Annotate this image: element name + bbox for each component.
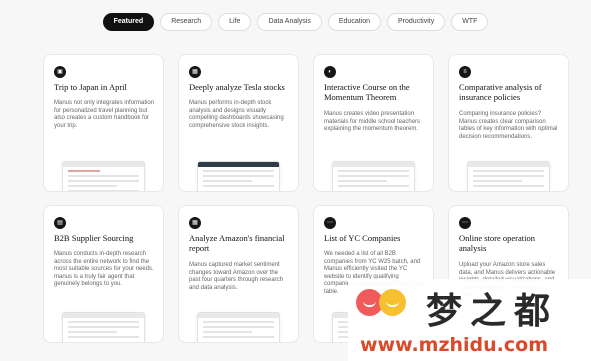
card-title: B2B Supplier Sourcing [54, 233, 134, 243]
card-title: Analyze Amazon's financial report [189, 233, 285, 253]
tab-research[interactable]: Research [160, 13, 213, 31]
use-case-card[interactable]: ▤ B2B Supplier Sourcing Manus conducts in-… [43, 205, 164, 343]
use-case-card[interactable]: ≡ Comparative analysis of insurance polic… [448, 54, 569, 192]
tab-productivity[interactable]: Productivity [387, 13, 446, 31]
card-description: Manus conducts in-depth research across … [54, 251, 154, 288]
use-case-card[interactable]: ▦ Analyze Amazon's financial report Manus … [178, 205, 299, 343]
card-preview-image [197, 312, 280, 342]
dots-icon: ⋯ [459, 217, 471, 229]
suitcase-icon: ▣ [54, 66, 66, 78]
use-case-card[interactable]: ◐ Interactive Course on the Momentum Theo… [313, 54, 434, 192]
tab-wtf[interactable]: WTF [451, 13, 489, 31]
card-title: Online store operation analysis [459, 233, 536, 253]
watermark-url: www.mzhidu.com [360, 334, 549, 356]
card-preview-image [197, 161, 280, 191]
use-case-card[interactable]: ▣ Trip to Japan in April Manus not only in… [43, 54, 164, 192]
card-preview-image [62, 161, 145, 191]
document-icon: ≡ [459, 66, 471, 78]
tab-life[interactable]: Life [218, 13, 252, 31]
card-title: List of YC Companies [324, 233, 401, 243]
card-preview-image [332, 161, 415, 191]
category-tabs: Featured Research Life Data Analysis Educati… [0, 13, 591, 31]
card-description: Manus captured market sentiment changes … [189, 262, 284, 291]
dots-icon: ⋯ [324, 217, 336, 229]
watermark-logo [356, 289, 414, 317]
card-description: Comparing insurance policies? Manus crea… [459, 111, 558, 140]
card-preview-image [62, 312, 145, 342]
moon-icon: ◐ [324, 66, 336, 78]
card-title: Deeply analyze Tesla stocks [189, 82, 285, 92]
card-title: Comparative analysis of insurance polici… [459, 82, 542, 102]
card-description: Manus performs in-depth stock analysis a… [189, 100, 284, 129]
card-title: Trip to Japan in April [54, 82, 127, 92]
chart-icon: ▤ [54, 217, 66, 229]
watermark-text: 梦之都 [426, 291, 559, 332]
yellow-face-icon [379, 289, 406, 316]
image-icon: ▦ [189, 66, 201, 78]
use-case-card[interactable]: ▦ Deeply analyze Tesla stocks Manus perfor… [178, 54, 299, 192]
tab-education[interactable]: Education [327, 13, 382, 31]
card-preview-image [467, 161, 550, 191]
card-description: Manus not only integrates information fo… [54, 100, 155, 129]
card-description: Manus creates video presentation materia… [324, 111, 421, 133]
tab-data-analysis[interactable]: Data Analysis [257, 13, 322, 31]
card-title: Interactive Course on the Momentum Theor… [324, 82, 410, 102]
image-icon: ▦ [189, 217, 201, 229]
tab-featured[interactable]: Featured [102, 13, 155, 31]
watermark: 梦之都 www.mzhidu.com [348, 279, 591, 361]
